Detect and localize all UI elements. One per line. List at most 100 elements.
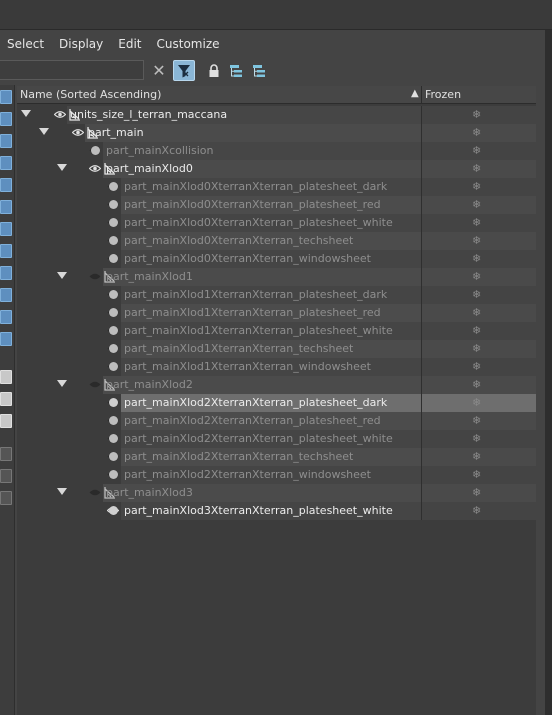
row-label: part_mainXlod1XterranXterran_platesheet_…	[124, 306, 381, 319]
expand-arrow-icon[interactable]	[57, 488, 67, 495]
menu-display[interactable]: Display	[59, 37, 103, 51]
tree-row[interactable]: ❄ part_mainXlod0XterranXterran_platesheet…	[17, 178, 536, 196]
snowflake-icon[interactable]: ❄	[472, 270, 481, 283]
tree-row[interactable]: ❄ part_mainXlod3	[17, 484, 536, 502]
camera-filter-icon[interactable]	[0, 156, 12, 170]
container-filter-icon[interactable]	[0, 288, 12, 302]
tree-row[interactable]: ❄ part_mainXlod0XterranXterran_windowshee…	[17, 250, 536, 268]
lock-button[interactable]	[203, 60, 225, 81]
row-label: part_mainXlod0	[106, 162, 193, 175]
snowflake-icon[interactable]: ❄	[472, 216, 481, 229]
object-dot-icon	[109, 290, 118, 299]
tree-row[interactable]: ❄ part_mainXlod0	[17, 160, 536, 178]
visibility-eye-icon[interactable]	[54, 110, 66, 119]
tree-row[interactable]: ❄ part_mainXlod0XterranXterran_platesheet…	[17, 196, 536, 214]
visibility-eye-icon[interactable]	[72, 128, 84, 137]
tree-row[interactable]: ❄ part_mainXlod2	[17, 376, 536, 394]
tree-row[interactable]: ❄ part_mainXlod1	[17, 268, 536, 286]
snowflake-icon[interactable]: ❄	[472, 486, 481, 499]
tree-row[interactable]: ❄ part_mainXlod1XterranXterran_platesheet…	[17, 322, 536, 340]
tree-row[interactable]: ❄ part_mainXlod0XterranXterran_platesheet…	[17, 214, 536, 232]
snowflake-icon[interactable]: ❄	[472, 198, 481, 211]
object-dot-icon	[109, 470, 118, 479]
tree-row[interactable]: ❄ part_mainXlod0XterranXterran_techsheet	[17, 232, 536, 250]
snowflake-icon[interactable]: ❄	[472, 468, 481, 481]
snowflake-icon[interactable]: ❄	[472, 450, 481, 463]
snowflake-icon[interactable]: ❄	[472, 252, 481, 265]
snowflake-icon[interactable]: ❄	[472, 324, 481, 337]
tree-row[interactable]: ❄ part_mainXlod2XterranXterran_techsheet	[17, 448, 536, 466]
snowflake-icon[interactable]: ❄	[472, 306, 481, 319]
filter-toggle-button[interactable]	[173, 60, 195, 81]
snowflake-icon[interactable]: ❄	[472, 414, 481, 427]
frozen-filter-icon[interactable]	[0, 310, 12, 324]
tree-row[interactable]: ❄ part_mainXcollision	[17, 142, 536, 160]
menu-customize[interactable]: Customize	[157, 37, 220, 51]
object-dot-icon	[109, 362, 118, 371]
light-filter-icon[interactable]	[0, 134, 12, 148]
snowflake-icon[interactable]: ❄	[472, 108, 481, 121]
snowflake-icon[interactable]: ❄	[472, 144, 481, 157]
hierarchy-view-icon[interactable]	[0, 491, 12, 505]
expand-arrow-icon[interactable]	[21, 110, 31, 117]
group-filter-icon[interactable]	[0, 222, 12, 236]
snowflake-icon[interactable]: ❄	[472, 342, 481, 355]
geometry-filter-icon[interactable]	[0, 90, 12, 104]
bone-filter-icon[interactable]	[0, 266, 12, 280]
options-icon[interactable]	[0, 447, 12, 461]
object-dot-icon	[109, 344, 118, 353]
clear-search-button[interactable]: ✕	[148, 60, 170, 81]
spacewarp-filter-icon[interactable]	[0, 200, 12, 214]
snowflake-icon[interactable]: ❄	[472, 378, 481, 391]
xref-filter-icon[interactable]	[0, 244, 12, 258]
tree-row[interactable]: ❄ part_mainXlod2XterranXterran_platesheet…	[17, 430, 536, 448]
menu-select[interactable]: Select	[7, 37, 44, 51]
tree-row[interactable]: ❄ part_mainXlod1XterranXterran_platesheet…	[17, 286, 536, 304]
menu-edit[interactable]: Edit	[118, 37, 141, 51]
tree-row[interactable]: ❄ part_mainXlod1XterranXterran_windowshee…	[17, 358, 536, 376]
row-label: part_mainXlod1	[106, 270, 193, 283]
snowflake-icon[interactable]: ❄	[472, 360, 481, 373]
tree-row[interactable]: ❄ part_mainXlod1XterranXterran_techsheet	[17, 340, 536, 358]
snowflake-icon[interactable]: ❄	[472, 234, 481, 247]
visibility-eye-icon[interactable]	[89, 488, 101, 497]
expand-arrow-icon[interactable]	[39, 128, 49, 135]
name-column-header[interactable]: Name (Sorted Ascending)	[20, 88, 161, 101]
tree-row[interactable]: ❄ part_mainXlod3XterranXterran_platesheet…	[17, 502, 536, 520]
snowflake-icon[interactable]: ❄	[472, 432, 481, 445]
column-divider[interactable]	[421, 86, 422, 104]
expand-arrow-icon[interactable]	[57, 380, 67, 387]
tree-row[interactable]: ❄ part_main	[17, 124, 536, 142]
tree-row[interactable]: ❄ part_mainXlod2XterranXterran_windowshee…	[17, 466, 536, 484]
funnel-icon[interactable]	[0, 469, 12, 483]
document-icon[interactable]	[0, 414, 12, 428]
tree-row[interactable]: ❄ part_mainXlod2XterranXterran_platesheet…	[17, 412, 536, 430]
snowflake-icon[interactable]: ❄	[472, 396, 481, 409]
snowflake-icon[interactable]: ❄	[472, 126, 481, 139]
hierarchy-button-2[interactable]	[248, 60, 270, 81]
visibility-eye-icon[interactable]	[89, 380, 101, 389]
tree-row[interactable]: ❄ part_mainXlod1XterranXterran_platesheet…	[17, 304, 536, 322]
visibility-eye-icon[interactable]	[89, 272, 101, 281]
snowflake-icon[interactable]: ❄	[472, 504, 481, 517]
hierarchy-button-1[interactable]	[225, 60, 247, 81]
list-icon[interactable]	[0, 370, 12, 384]
object-dot-icon	[91, 146, 100, 155]
snowflake-icon[interactable]: ❄	[472, 162, 481, 175]
hidden-filter-icon[interactable]	[0, 332, 12, 346]
row-label: part_mainXlod1XterranXterran_platesheet_…	[124, 288, 388, 301]
sort-ascending-icon[interactable]: ▲	[411, 88, 419, 99]
visibility-eye-icon[interactable]	[89, 164, 101, 173]
tree-row[interactable]: ❄ part_mainXlod2XterranXterran_platesheet…	[17, 394, 536, 412]
snowflake-icon[interactable]: ❄	[472, 288, 481, 301]
square-icon[interactable]	[0, 392, 12, 406]
snowflake-icon[interactable]: ❄	[472, 180, 481, 193]
expand-arrow-icon[interactable]	[57, 164, 67, 171]
search-input[interactable]	[0, 60, 144, 80]
frozen-column-header[interactable]: Frozen	[425, 88, 461, 101]
row-label: part_mainXlod2XterranXterran_windowsheet	[124, 468, 371, 481]
shape-filter-icon[interactable]	[0, 112, 12, 126]
helper-filter-icon[interactable]	[0, 178, 12, 192]
tree-row[interactable]: ❄ units_size_l_terran_maccana	[17, 106, 536, 124]
expand-arrow-icon[interactable]	[57, 272, 67, 279]
